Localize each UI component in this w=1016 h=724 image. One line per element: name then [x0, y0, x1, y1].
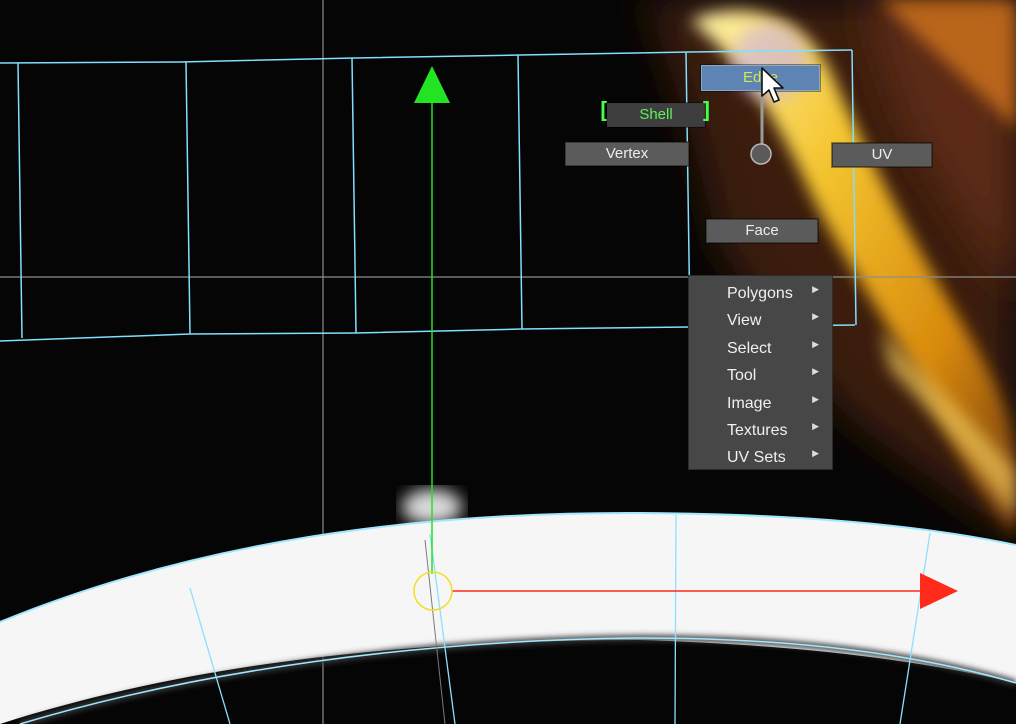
submenu-arrow-icon: ▶: [812, 393, 819, 404]
submenu-arrow-icon: ▶: [812, 448, 819, 459]
menu-item-polygons[interactable]: Polygons ▶: [689, 280, 832, 307]
ring-uv-shell: [0, 511, 1016, 724]
menu-item-label: Textures: [727, 421, 788, 439]
uv-editor-canvas[interactable]: [0, 0, 1016, 724]
submenu-arrow-icon: ▶: [812, 420, 819, 431]
shell-bracket-right-icon: ]: [700, 99, 714, 124]
vertex-mode-button[interactable]: Vertex: [565, 142, 689, 166]
menu-item-uv-sets[interactable]: UV Sets ▶: [689, 444, 832, 471]
menu-item-label: Polygons: [727, 285, 793, 302]
menu-item-label: Image: [727, 394, 772, 412]
submenu-arrow-icon: ▶: [812, 338, 819, 349]
context-menu: Polygons ▶ View ▶ Select ▶ Tool ▶ Image …: [689, 276, 832, 469]
face-mode-button[interactable]: Face: [706, 219, 818, 243]
menu-item-textures[interactable]: Textures ▶: [689, 417, 832, 444]
submenu-arrow-icon: ▶: [812, 284, 819, 294]
pointer-cursor-icon: [761, 67, 784, 103]
submenu-arrow-icon: ▶: [812, 366, 819, 377]
menu-item-select[interactable]: Select ▶: [689, 335, 832, 362]
uv-mode-button[interactable]: UV: [832, 143, 932, 167]
submenu-arrow-icon: ▶: [812, 311, 819, 322]
marking-menu-origin: [750, 143, 772, 165]
uv-editor-viewport[interactable]: Edge [ Shell ] Vertex UV Face Polygons ▶…: [0, 0, 1016, 724]
shell-mode-button[interactable]: Shell: [607, 103, 705, 127]
menu-item-label: View: [727, 312, 762, 330]
y-axis-arrow-handle[interactable]: [414, 66, 450, 103]
menu-item-label: UV Sets: [727, 449, 786, 467]
menu-item-view[interactable]: View ▶: [689, 307, 832, 334]
menu-item-tool[interactable]: Tool ▶: [689, 362, 832, 389]
menu-item-label: Tool: [727, 367, 757, 385]
menu-item-label: Select: [727, 339, 772, 357]
menu-item-image[interactable]: Image ▶: [689, 390, 832, 417]
